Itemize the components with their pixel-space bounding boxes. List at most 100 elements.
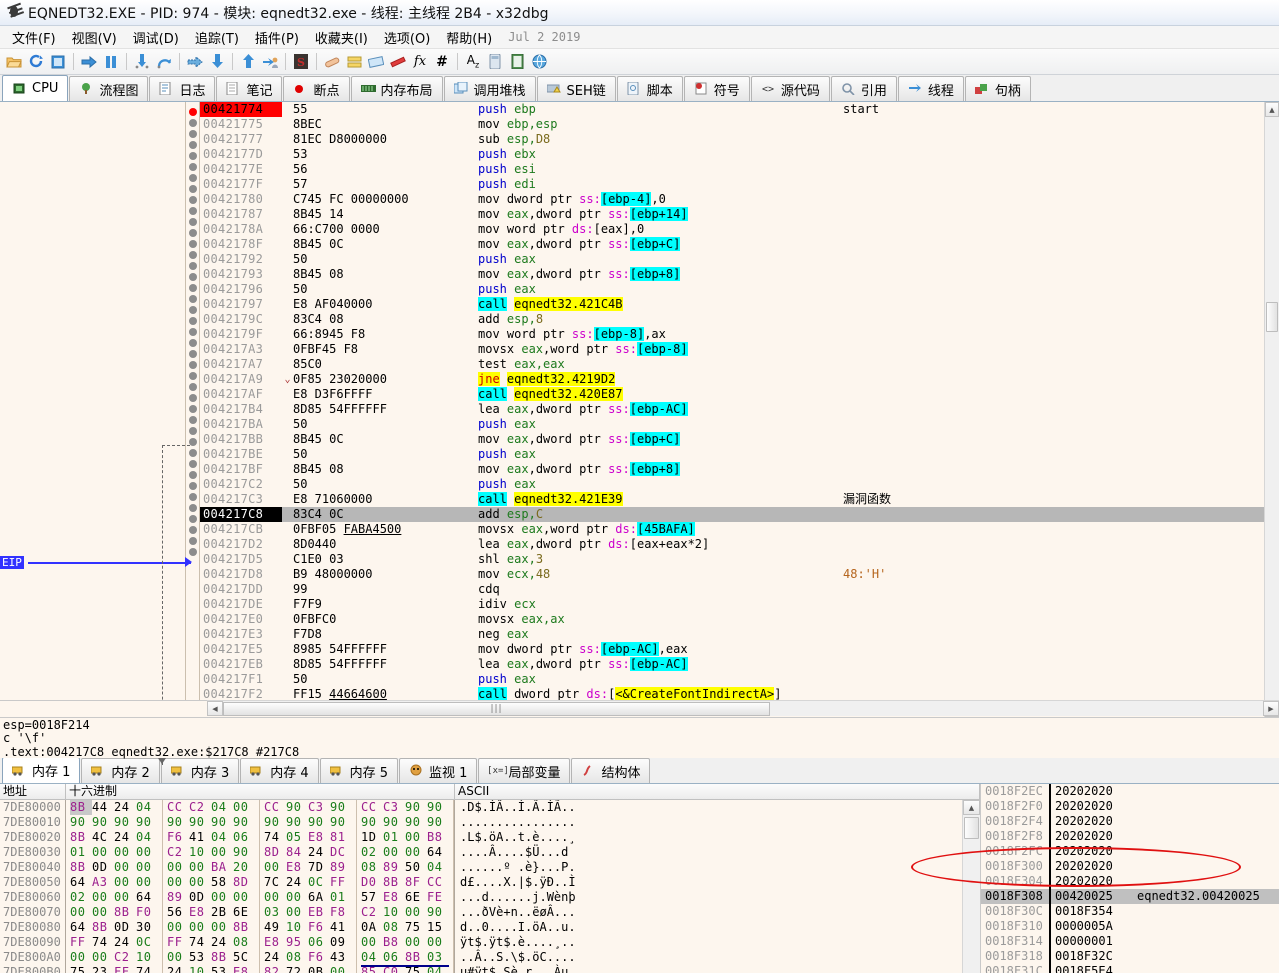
disassembly-row[interactable]: 004217D8 B9 48000000 mov ecx,48 48:'H' [200,567,1264,582]
breakpoint-dot[interactable] [188,328,197,336]
dump-row[interactable]: 7DE800A0 00 00 C2 10 00 53 8B 5C 24 08 F6 43 04 06 8B 03… [0,950,980,967]
tab-dump-1[interactable]: 内存 1 [2,757,81,783]
breakpoint-dot[interactable] [188,185,197,193]
dump-hex-byte[interactable]: 01 [383,830,405,845]
tab-source[interactable]: <> 源代码 [750,76,830,101]
disassembly-row[interactable]: 004217BB 8B45 0C mov eax,dword ptr ss:[ebp… [200,432,1264,447]
dump-hex-byte[interactable]: 00 [114,890,136,905]
dump-hex-byte[interactable]: 41 [330,920,352,935]
dump-hex-byte[interactable]: 00 [92,950,114,965]
breakpoint-dot[interactable] [188,383,197,391]
stack-rows[interactable]: 0018F2EC 20202020 0018F2F0 20202020 0018F2F4… [981,784,1279,973]
dump-hex-byte[interactable]: 00 [233,800,255,815]
disassembly-row[interactable]: 004217A7 85C0 test eax,eax [200,357,1264,372]
dump-hex-byte[interactable]: 8B [70,830,92,845]
stack-row[interactable]: 0018F300 20202020 [981,859,1279,874]
dump-hex-byte[interactable]: 90 [383,815,405,830]
step-into-icon[interactable] [132,52,152,72]
breakpoint-dot[interactable] [188,141,197,149]
dump-hex-byte[interactable]: 08 [383,920,405,935]
dump-hex-byte[interactable]: E8 [189,905,211,920]
breakpoint-dot[interactable] [188,251,197,259]
dump-hex-byte[interactable]: 0A [361,920,383,935]
dump-hex-byte[interactable]: 8B [70,860,92,875]
dump-hex-byte[interactable]: D0 [361,875,383,890]
scylla-icon[interactable]: S [291,52,311,72]
dump-hex-byte[interactable]: 41 [189,830,211,845]
dump-hex-byte[interactable]: 64 [136,890,158,905]
dump-hex-byte[interactable]: C3 [308,800,330,815]
disassembly-row[interactable]: 004217A9 ⌄ 0F85 23020000 jne eqnedt32.4219D… [200,372,1264,387]
breakpoint-dot[interactable] [188,130,197,138]
breakpoint-dot[interactable] [188,537,197,545]
dump-hex-byte[interactable]: 43 [330,950,352,965]
dump-hex-byte[interactable]: 8B [233,920,255,935]
dump-hex-byte[interactable]: 0C [308,875,330,890]
dump-hex-byte[interactable]: 81 [330,830,352,845]
dump-hex-byte[interactable]: 10 [189,965,211,973]
dump-hex-byte[interactable]: 5C [233,950,255,965]
disassembly-row[interactable]: 00421777 81EC D8000000 sub esp,D8 [200,132,1264,147]
dump-hex-byte[interactable]: 00 [167,950,189,965]
dump-hex-byte[interactable]: 20 [233,860,255,875]
dump-hex-byte[interactable]: 90 [308,815,330,830]
dump-hex-byte[interactable]: F8 [330,905,352,920]
dump-hex-byte[interactable]: 90 [286,815,308,830]
dump-row[interactable]: 7DE80030 01 00 00 00 C2 10 00 90 8D 84 24 DC 02 00 00 64… [0,845,980,860]
dump-hex-byte[interactable]: 75 [405,965,427,973]
dump-hex-byte[interactable]: 00 [167,920,189,935]
scroll-thumb[interactable] [1266,302,1278,332]
dump-hex-byte[interactable]: 90 [114,815,136,830]
dump-hex-byte[interactable]: 8D [264,845,286,860]
breakpoint-dot[interactable] [188,416,197,424]
dump-hex-byte[interactable]: 64 [427,845,449,860]
dump-hex-byte[interactable]: E8 [264,935,286,950]
dump-hex-byte[interactable]: 15 [427,920,449,935]
breakpoint-dot[interactable] [188,262,197,270]
disassembly-row[interactable]: 0042177D 53 push ebx [200,147,1264,162]
disassembly-row[interactable]: 00421787 8B45 14 mov eax,dword ptr ss:[ebp… [200,207,1264,222]
trace-into-icon[interactable] [185,52,205,72]
breakpoint-dot[interactable] [188,196,197,204]
scroll-up-icon[interactable]: ▲ [963,800,980,815]
dump-hex-byte[interactable]: F6 [167,830,189,845]
dump-hex-byte[interactable]: 90 [286,800,308,815]
dump-row[interactable]: 7DE80080 64 8B 0D 30 00 00 00 8B 49 10 F6 41 0A 08 75 15… [0,920,980,935]
disassembly-row[interactable]: 004217B4 8D85 54FFFFFF lea eax,dword ptr s… [200,402,1264,417]
dump-hex-byte[interactable]: 00 [136,875,158,890]
dump-hex-byte[interactable]: 05 [286,830,308,845]
breakpoint-dot[interactable] [188,394,197,402]
breakpoint-dot[interactable] [188,372,197,380]
dump-hex-byte[interactable]: 72 [286,965,308,973]
tab-memory-map[interactable]: 内存布局 [350,76,443,101]
scroll-right-icon[interactable]: ▶ [1263,701,1279,716]
dump-hex-byte[interactable]: C2 [114,950,136,965]
dump-hex-byte[interactable]: 84 [286,845,308,860]
dump-hex-byte[interactable]: 00 [405,845,427,860]
dump-hex-byte[interactable]: 02 [70,890,92,905]
disassembly-row[interactable]: 004217BA 50 push eax [200,417,1264,432]
disassembly-row[interactable]: 004217C8 83C4 0C add esp,C [200,507,1264,522]
scroll-left-icon[interactable]: ◀ [207,701,223,716]
dump-hex-byte[interactable]: 90 [405,815,427,830]
dump-hex-byte[interactable]: 08 [233,935,255,950]
dump-hex-byte[interactable]: 90 [233,815,255,830]
dump-hex-byte[interactable]: 04 [136,800,158,815]
dump-hex-byte[interactable]: 00 [330,965,352,973]
stack-row[interactable]: 0018F304 20202020 [981,874,1279,889]
breakpoint-dot[interactable] [188,317,197,325]
disassembly-row[interactable]: 0042179C 83C4 08 add esp,8 [200,312,1264,327]
dump-hex-byte[interactable]: 24 [167,965,189,973]
stack-row[interactable]: 0018F308 00420025 eqnedt32.00420025 [981,889,1279,904]
tab-cpu[interactable]: CPU [2,75,69,101]
dump-hex-byte[interactable]: 24 [114,830,136,845]
breakpoint-dot[interactable] [188,152,197,160]
dump-hex-byte[interactable]: 08 [361,860,383,875]
disassembly-row[interactable]: 0042179F 66:8945 F8 mov word ptr ss:[ebp-8… [200,327,1264,342]
disassembly-row[interactable]: 004217BE 50 push eax [200,447,1264,462]
dump-hex-byte[interactable]: 90 [264,815,286,830]
disassembly-row[interactable]: 004217E5 8985 54FFFFFF mov dword ptr ss:[e… [200,642,1264,657]
stop-icon[interactable] [48,52,68,72]
dump-hex-byte[interactable]: 00 [427,935,449,950]
dump-hex-byte[interactable]: F6 [308,950,330,965]
